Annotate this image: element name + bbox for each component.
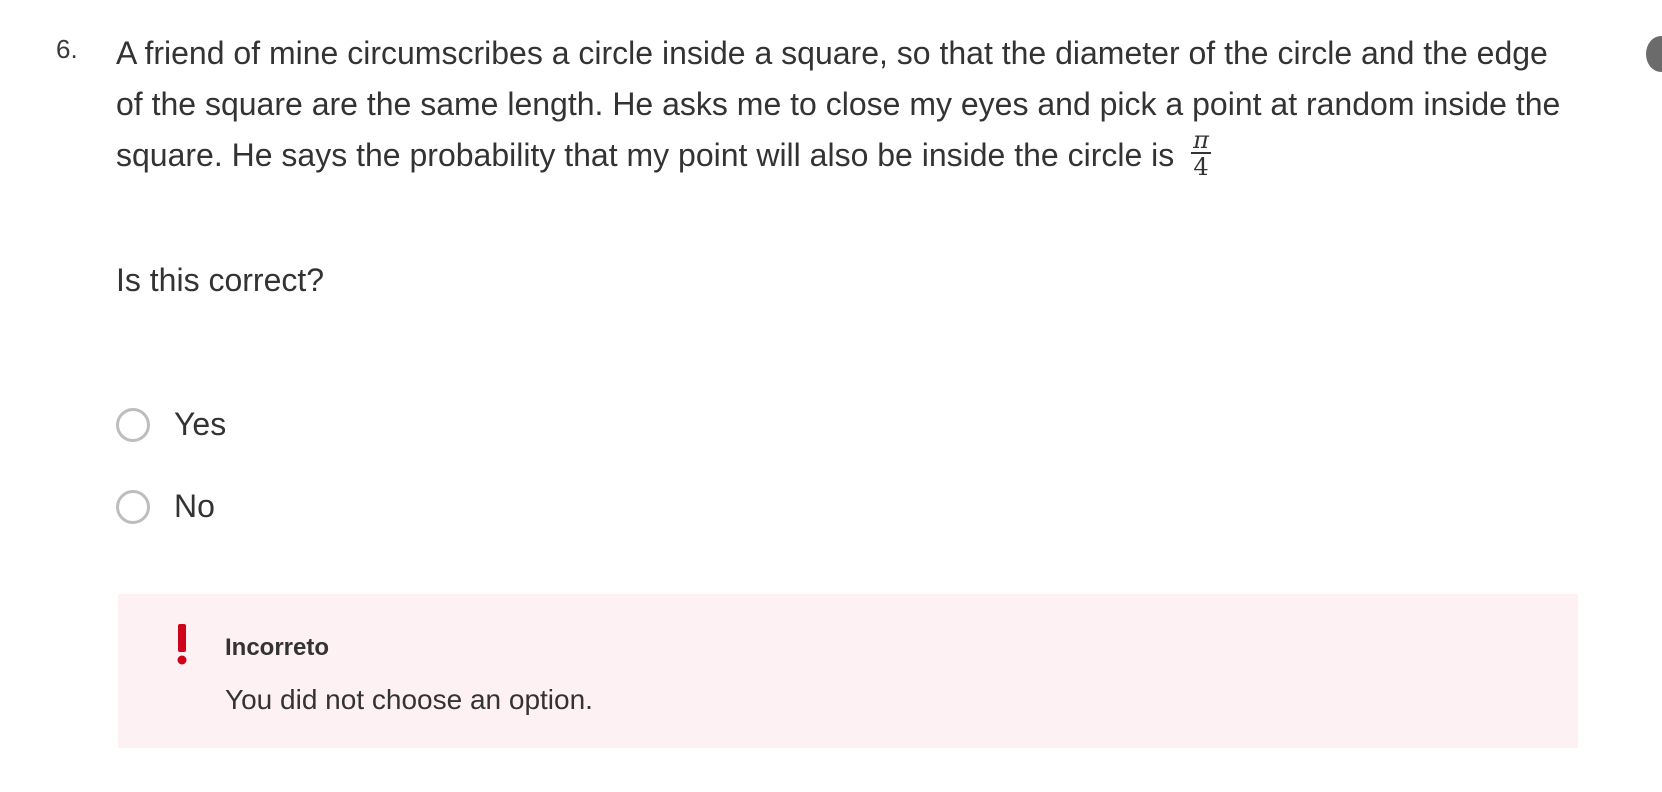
exclamation-icon bbox=[174, 624, 190, 666]
question-number: 6. bbox=[56, 34, 78, 64]
fraction-numerator: π bbox=[1191, 125, 1211, 154]
option-yes-label[interactable]: Yes bbox=[174, 406, 226, 443]
feedback-message: You did not choose an option. bbox=[225, 684, 593, 715]
feedback-panel: Incorreto You did not choose an option. bbox=[118, 594, 1578, 748]
question-prompt: Is this correct? bbox=[116, 262, 325, 298]
partial-circle-icon bbox=[1646, 36, 1662, 72]
option-no[interactable]: No bbox=[116, 488, 215, 525]
radio-yes[interactable] bbox=[116, 407, 150, 442]
question-body: A friend of mine circumscribes a circle … bbox=[116, 35, 1561, 173]
option-no-label[interactable]: No bbox=[174, 488, 215, 525]
feedback-title: Incorreto bbox=[225, 634, 330, 661]
option-yes[interactable]: Yes bbox=[116, 406, 226, 443]
question-text: A friend of mine circumscribes a circle … bbox=[116, 28, 1566, 184]
pi-over-four-fraction: π 4 bbox=[1191, 128, 1211, 180]
fraction-denominator: 4 bbox=[1193, 152, 1209, 181]
radio-no[interactable] bbox=[116, 489, 150, 524]
